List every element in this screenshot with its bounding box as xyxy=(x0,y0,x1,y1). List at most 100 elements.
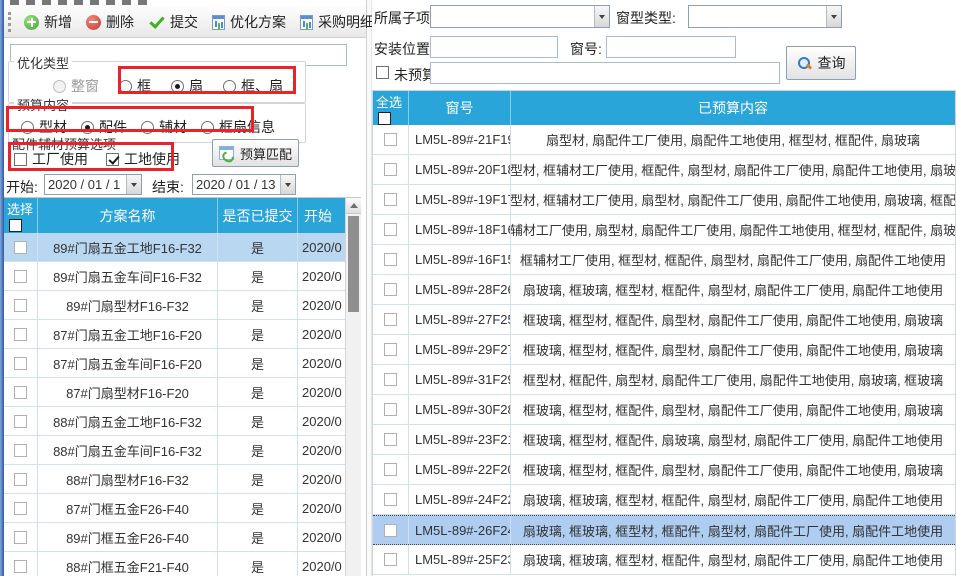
dropdown-button[interactable] xyxy=(826,6,841,27)
row-checkbox[interactable] xyxy=(14,357,27,370)
row-checkbox[interactable] xyxy=(384,524,397,537)
table-row[interactable]: 88#门框五金F21-F40 是 2020/0 xyxy=(4,552,345,576)
scroll-up-button[interactable] xyxy=(346,198,361,214)
start-date-combo[interactable]: 2020 / 01 / 1 xyxy=(44,174,142,195)
query-button[interactable]: 查询 xyxy=(786,46,856,80)
table-row[interactable]: LM5L-89#-23F21 框玻璃, 框型材, 框配件, 扇玻璃, 扇型材, … xyxy=(373,425,955,455)
table-row[interactable]: LM5L-89#-27F25 框玻璃, 框型材, 框配件, 扇型材, 扇配件工厂… xyxy=(373,305,955,335)
budget-match-button[interactable]: 预算匹配 xyxy=(212,139,299,167)
row-checkbox[interactable] xyxy=(14,299,27,312)
chevron-down-icon xyxy=(831,15,837,19)
window-no: LM5L-89#-27F25 xyxy=(409,305,511,334)
row-checkbox[interactable] xyxy=(384,433,397,446)
row-checkbox[interactable] xyxy=(384,463,397,476)
budget-match-icon xyxy=(219,146,234,160)
window-no-input[interactable] xyxy=(606,36,736,58)
row-checkbox[interactable] xyxy=(14,444,27,457)
table-row[interactable]: 89#门扇五金工地F16-F32 是 2020/0 xyxy=(4,233,345,262)
radio-auxiliary[interactable]: 辅材 xyxy=(141,117,187,137)
select-all-checkbox[interactable] xyxy=(9,219,22,232)
start-date-value: 2020 / 01 / 1 xyxy=(45,177,126,192)
table-row[interactable]: 89#门扇型材F16-F32 是 2020/0 xyxy=(4,291,345,320)
table-row[interactable]: LM5L-89#-21F19 扇型材, 扇配件工厂使用, 扇配件工地使用, 框型… xyxy=(373,125,955,155)
submit-button[interactable]: 提交 xyxy=(142,9,204,35)
sub-item-combo[interactable] xyxy=(430,5,610,28)
toolbar-grip[interactable] xyxy=(8,12,11,32)
table-row[interactable]: LM5L-89#-28F26 扇玻璃, 框玻璃, 框型材, 框配件, 扇型材, … xyxy=(373,275,955,305)
dropdown-button[interactable] xyxy=(126,175,141,194)
submitted-flag: 是 xyxy=(218,494,298,522)
table-row[interactable]: LM5L-89#-18F16 框辅材工厂使用, 扇型材, 扇配件工厂使用, 扇配… xyxy=(373,215,955,245)
row-checkbox[interactable] xyxy=(384,163,397,176)
install-position-input[interactable] xyxy=(430,36,558,58)
row-checkbox[interactable] xyxy=(384,313,397,326)
row-checkbox[interactable] xyxy=(14,386,27,399)
dropdown-button[interactable] xyxy=(280,175,295,194)
radio-whole-window[interactable]: 整窗 xyxy=(53,76,99,96)
table-row[interactable]: LM5L-89#-30F28 框玻璃, 框型材, 框配件, 扇型材, 扇配件工厂… xyxy=(373,395,955,425)
row-checkbox[interactable] xyxy=(14,502,27,515)
optimize-plan-button[interactable]: 优化方案 xyxy=(206,9,292,35)
end-date-label: 结束: xyxy=(152,177,184,197)
dropdown-button[interactable] xyxy=(594,6,609,27)
plan-name-header[interactable]: 方案名称 xyxy=(38,198,218,233)
checkbox-site-use[interactable]: 工地使用 xyxy=(106,149,180,169)
start-header[interactable]: 开始 xyxy=(298,198,345,233)
submitted-flag: 是 xyxy=(218,552,298,576)
table-row[interactable]: LM5L-89#-22F20 框玻璃, 框型材, 框配件, 扇型材, 扇配件工厂… xyxy=(373,455,955,485)
budgeted-content-header[interactable]: 已预算内容 xyxy=(511,91,955,125)
table-row[interactable]: LM5L-89#-25F23 扇玻璃, 框玻璃, 框型材, 框配件, 扇型材, … xyxy=(373,545,955,575)
row-checkbox[interactable] xyxy=(384,343,397,356)
table-row[interactable]: 89#门框五金F26-F40 是 2020/0 xyxy=(4,523,345,552)
row-checkbox[interactable] xyxy=(384,283,397,296)
radio-frame-sash-info[interactable]: 框扇信息 xyxy=(201,117,275,137)
row-checkbox[interactable] xyxy=(14,241,27,254)
row-checkbox[interactable] xyxy=(384,373,397,386)
radio-frame[interactable]: 框 xyxy=(119,76,151,96)
radio-frame-sash[interactable]: 框、扇 xyxy=(223,76,283,96)
table-row[interactable]: LM5L-89#-24F22 扇玻璃, 框玻璃, 框型材, 框配件, 扇型材, … xyxy=(373,485,955,515)
window-no-header[interactable]: 窗号 xyxy=(409,91,511,125)
table-row[interactable]: 87#门扇五金车间F16-F20 是 2020/0 xyxy=(4,349,345,378)
table-row[interactable]: 87#门框五金F26-F40 是 2020/0 xyxy=(4,494,345,523)
row-checkbox[interactable] xyxy=(384,403,397,416)
table-row[interactable]: LM5L-89#-26F24 扇玻璃, 框玻璃, 框型材, 框配件, 扇型材, … xyxy=(373,515,955,545)
add-button[interactable]: 新增 xyxy=(18,9,78,35)
row-checkbox[interactable] xyxy=(14,328,27,341)
scrollbar-thumb[interactable] xyxy=(348,216,359,312)
row-checkbox[interactable] xyxy=(384,493,397,506)
table-row[interactable]: LM5L-89#-20F18 框型材, 框辅材工厂使用, 框配件, 扇型材, 扇… xyxy=(373,155,955,185)
table-row[interactable]: LM5L-89#-19F17 框型材, 框辅材工厂使用, 扇型材, 扇配件工厂使… xyxy=(373,185,955,215)
row-checkbox[interactable] xyxy=(14,531,27,544)
row-checkbox[interactable] xyxy=(14,270,27,283)
table-row[interactable]: LM5L-89#-29F27 框玻璃, 框型材, 框配件, 扇型材, 扇配件工厂… xyxy=(373,335,955,365)
submitted-flag: 是 xyxy=(218,349,298,377)
table-row[interactable]: 88#门扇五金工地F16-F32 是 2020/0 xyxy=(4,407,345,436)
table-row[interactable]: 88#门扇五金车间F16-F32 是 2020/0 xyxy=(4,436,345,465)
row-checkbox[interactable] xyxy=(384,253,397,266)
row-checkbox[interactable] xyxy=(384,133,397,146)
table-row[interactable]: LM5L-89#-16F15 框辅材工厂使用, 框型材, 框配件, 扇型材, 扇… xyxy=(373,245,955,275)
row-checkbox[interactable] xyxy=(14,415,27,428)
optimize-plan-label: 优化方案 xyxy=(230,12,286,32)
row-checkbox[interactable] xyxy=(384,553,397,566)
no-budget-checkbox[interactable] xyxy=(376,66,389,79)
end-date-combo[interactable]: 2020 / 01 / 13 xyxy=(192,174,296,195)
submitted-header[interactable]: 是否已提交 xyxy=(218,198,298,233)
table-row[interactable]: 88#门扇型材F16-F32 是 2020/0 xyxy=(4,465,345,494)
row-checkbox[interactable] xyxy=(384,193,397,206)
no-budget-input[interactable] xyxy=(430,62,780,84)
row-checkbox[interactable] xyxy=(384,223,397,236)
delete-button[interactable]: 删除 xyxy=(80,9,140,35)
select-all-checkbox[interactable] xyxy=(378,112,391,125)
table-row[interactable]: 89#门扇五金车间F16-F32 是 2020/0 xyxy=(4,262,345,291)
table-row[interactable]: 87#门扇型材F16-F20 是 2020/0 xyxy=(4,378,345,407)
vertical-scrollbar[interactable] xyxy=(345,198,361,576)
checkbox-factory-use[interactable]: 工厂使用 xyxy=(14,149,88,169)
table-row[interactable]: LM5L-89#-31F29 框型材, 框配件, 扇型材, 扇配件工厂使用, 扇… xyxy=(373,365,955,395)
row-checkbox[interactable] xyxy=(14,560,27,573)
table-row[interactable]: 87#门扇五金工地F16-F20 是 2020/0 xyxy=(4,320,345,349)
row-checkbox[interactable] xyxy=(14,473,27,486)
window-type-combo[interactable] xyxy=(688,5,842,28)
radio-sash[interactable]: 扇 xyxy=(171,76,203,96)
